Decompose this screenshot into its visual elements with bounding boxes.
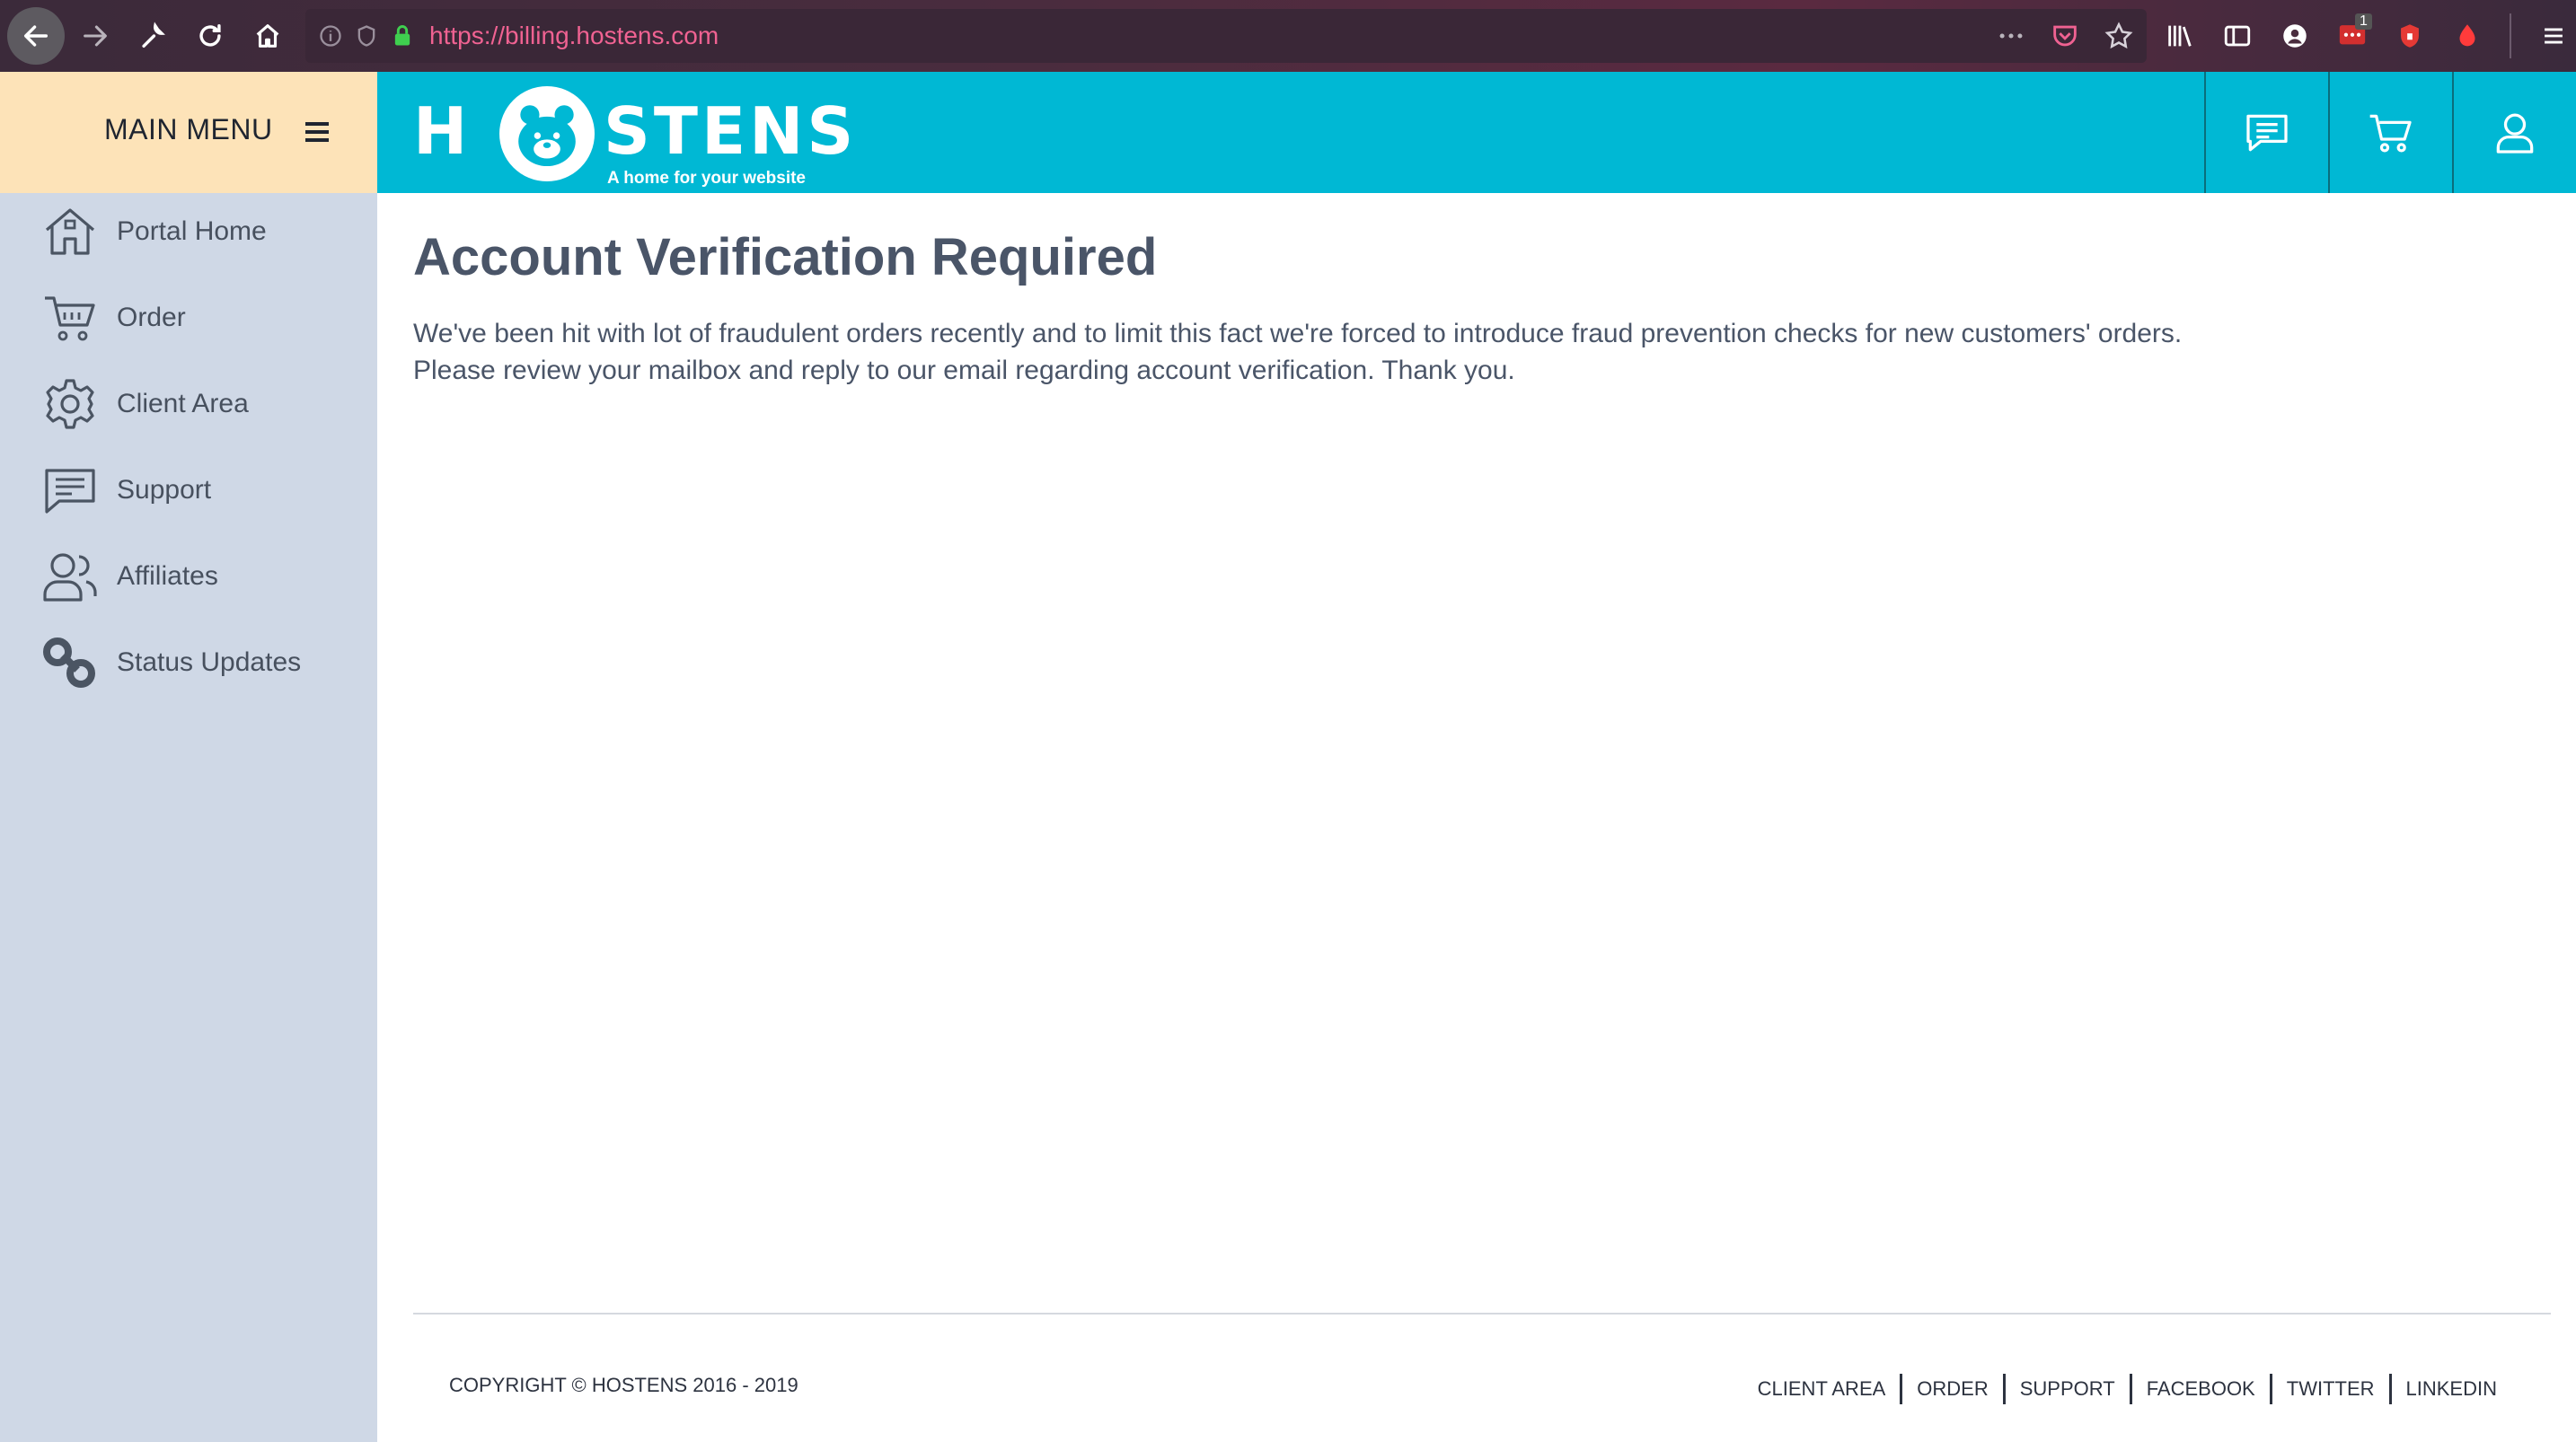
sidebar-item-label: Client Area: [117, 389, 249, 418]
page-title: Account Verification Required: [413, 228, 1158, 286]
tools-button[interactable]: [126, 9, 180, 63]
sidebar-item-status-updates[interactable]: Status Updates: [41, 631, 301, 694]
user-icon: [2496, 113, 2534, 154]
sidebar-item-affiliates[interactable]: Affiliates: [41, 545, 218, 608]
site-header: H STENS A home for your website: [377, 72, 2576, 193]
browser-toolbar: https://billing.hostens.com 1: [0, 0, 2576, 72]
more-icon[interactable]: [1996, 21, 2026, 51]
sidebar-item-label: Affiliates: [117, 561, 218, 591]
sidebar-toggle-icon[interactable]: [2222, 21, 2253, 51]
home-icon: [256, 24, 279, 48]
cart-icon: [2369, 114, 2412, 152]
main-menu-label: MAIN MENU: [104, 113, 273, 145]
shield-icon[interactable]: [354, 23, 379, 48]
footer-links: CLIENT AREA ORDER SUPPORT FACEBOOK TWITT…: [1758, 1374, 2497, 1404]
users-icon: [43, 553, 97, 602]
arrow-right-icon: [84, 25, 107, 47]
footer-link-linkedin[interactable]: LINKEDIN: [2406, 1377, 2497, 1401]
footer-separator: [1900, 1374, 1903, 1404]
hostens-logo[interactable]: H STENS A home for your website: [413, 81, 853, 188]
footer-link-support[interactable]: SUPPORT: [2020, 1377, 2115, 1401]
sidebar-item-client-area[interactable]: Client Area: [41, 373, 249, 435]
link-icon: [43, 637, 95, 688]
footer-link-facebook[interactable]: FACEBOOK: [2147, 1377, 2255, 1401]
home-button[interactable]: [241, 9, 295, 63]
back-button[interactable]: [7, 7, 65, 65]
extension-badge: 1: [2355, 13, 2372, 30]
account-icon[interactable]: [2280, 21, 2310, 51]
home-icon: [45, 208, 95, 255]
copyright-text: COPYRIGHT © HOSTENS 2016 - 2019: [449, 1374, 798, 1396]
star-icon[interactable]: [2104, 21, 2134, 51]
lock-icon[interactable]: [390, 23, 415, 48]
chat-icon: [2246, 114, 2288, 151]
extension-lastpass[interactable]: 1: [2337, 13, 2372, 54]
sidebar-item-label: Portal Home: [117, 216, 267, 246]
footer-separator: [2129, 1374, 2132, 1404]
gear-icon: [46, 379, 94, 429]
address-bar[interactable]: https://billing.hostens.com: [305, 9, 2147, 63]
reload-icon: [199, 23, 221, 47]
main-menu-header[interactable]: MAIN MENU: [0, 72, 377, 193]
account-button[interactable]: [2452, 72, 2576, 193]
footer-link-order[interactable]: ORDER: [1917, 1377, 1988, 1401]
sidebar-item-support[interactable]: Support: [41, 459, 211, 522]
pocket-icon[interactable]: [2050, 21, 2080, 51]
verification-message: We've been hit with lot of fraudulent or…: [413, 315, 2533, 389]
footer-separator: [2269, 1374, 2272, 1404]
logo-letters-stens: STENS: [604, 93, 858, 169]
url-text[interactable]: https://billing.hostens.com: [429, 22, 719, 50]
chat-icon: [45, 469, 95, 514]
footer-divider: [413, 1313, 2551, 1315]
info-icon[interactable]: [318, 23, 343, 48]
sidebar-item-label: Support: [117, 475, 212, 505]
reload-button[interactable]: [183, 9, 237, 63]
footer-link-twitter[interactable]: TWITTER: [2287, 1377, 2375, 1401]
logo-letter-h: H: [413, 93, 472, 169]
support-tickets-button[interactable]: [2204, 72, 2328, 193]
message-line: Please review your mailbox and reply to …: [413, 356, 1515, 385]
arrow-left-icon: [23, 25, 49, 47]
footer-link-client-area[interactable]: CLIENT AREA: [1758, 1377, 1886, 1401]
footer-separator: [2002, 1374, 2006, 1404]
cart-icon: [45, 296, 95, 341]
sidebar-item-portal-home[interactable]: Portal Home: [41, 200, 267, 263]
privacy-shield-icon[interactable]: [2395, 21, 2425, 51]
library-icon[interactable]: [2165, 21, 2195, 51]
wrench-icon: [142, 22, 165, 48]
drop-icon[interactable]: [2452, 21, 2483, 51]
menu-toggle-icon[interactable]: [305, 122, 329, 146]
sidebar-item-label: Order: [117, 303, 186, 332]
logo-tagline: A home for your website: [607, 169, 806, 188]
hamburger-menu-icon[interactable]: [2538, 21, 2569, 51]
footer-separator: [2388, 1374, 2392, 1404]
message-line: We've been hit with lot of fraudulent or…: [413, 319, 2183, 348]
sidebar-item-label: Status Updates: [117, 647, 302, 677]
bear-mascot-icon: [499, 86, 595, 181]
forward-button[interactable]: [68, 9, 122, 63]
cart-button[interactable]: [2328, 72, 2452, 193]
sidebar: Portal Home Order Client Area Support Af…: [0, 193, 377, 1442]
sidebar-item-order[interactable]: Order: [41, 286, 186, 349]
